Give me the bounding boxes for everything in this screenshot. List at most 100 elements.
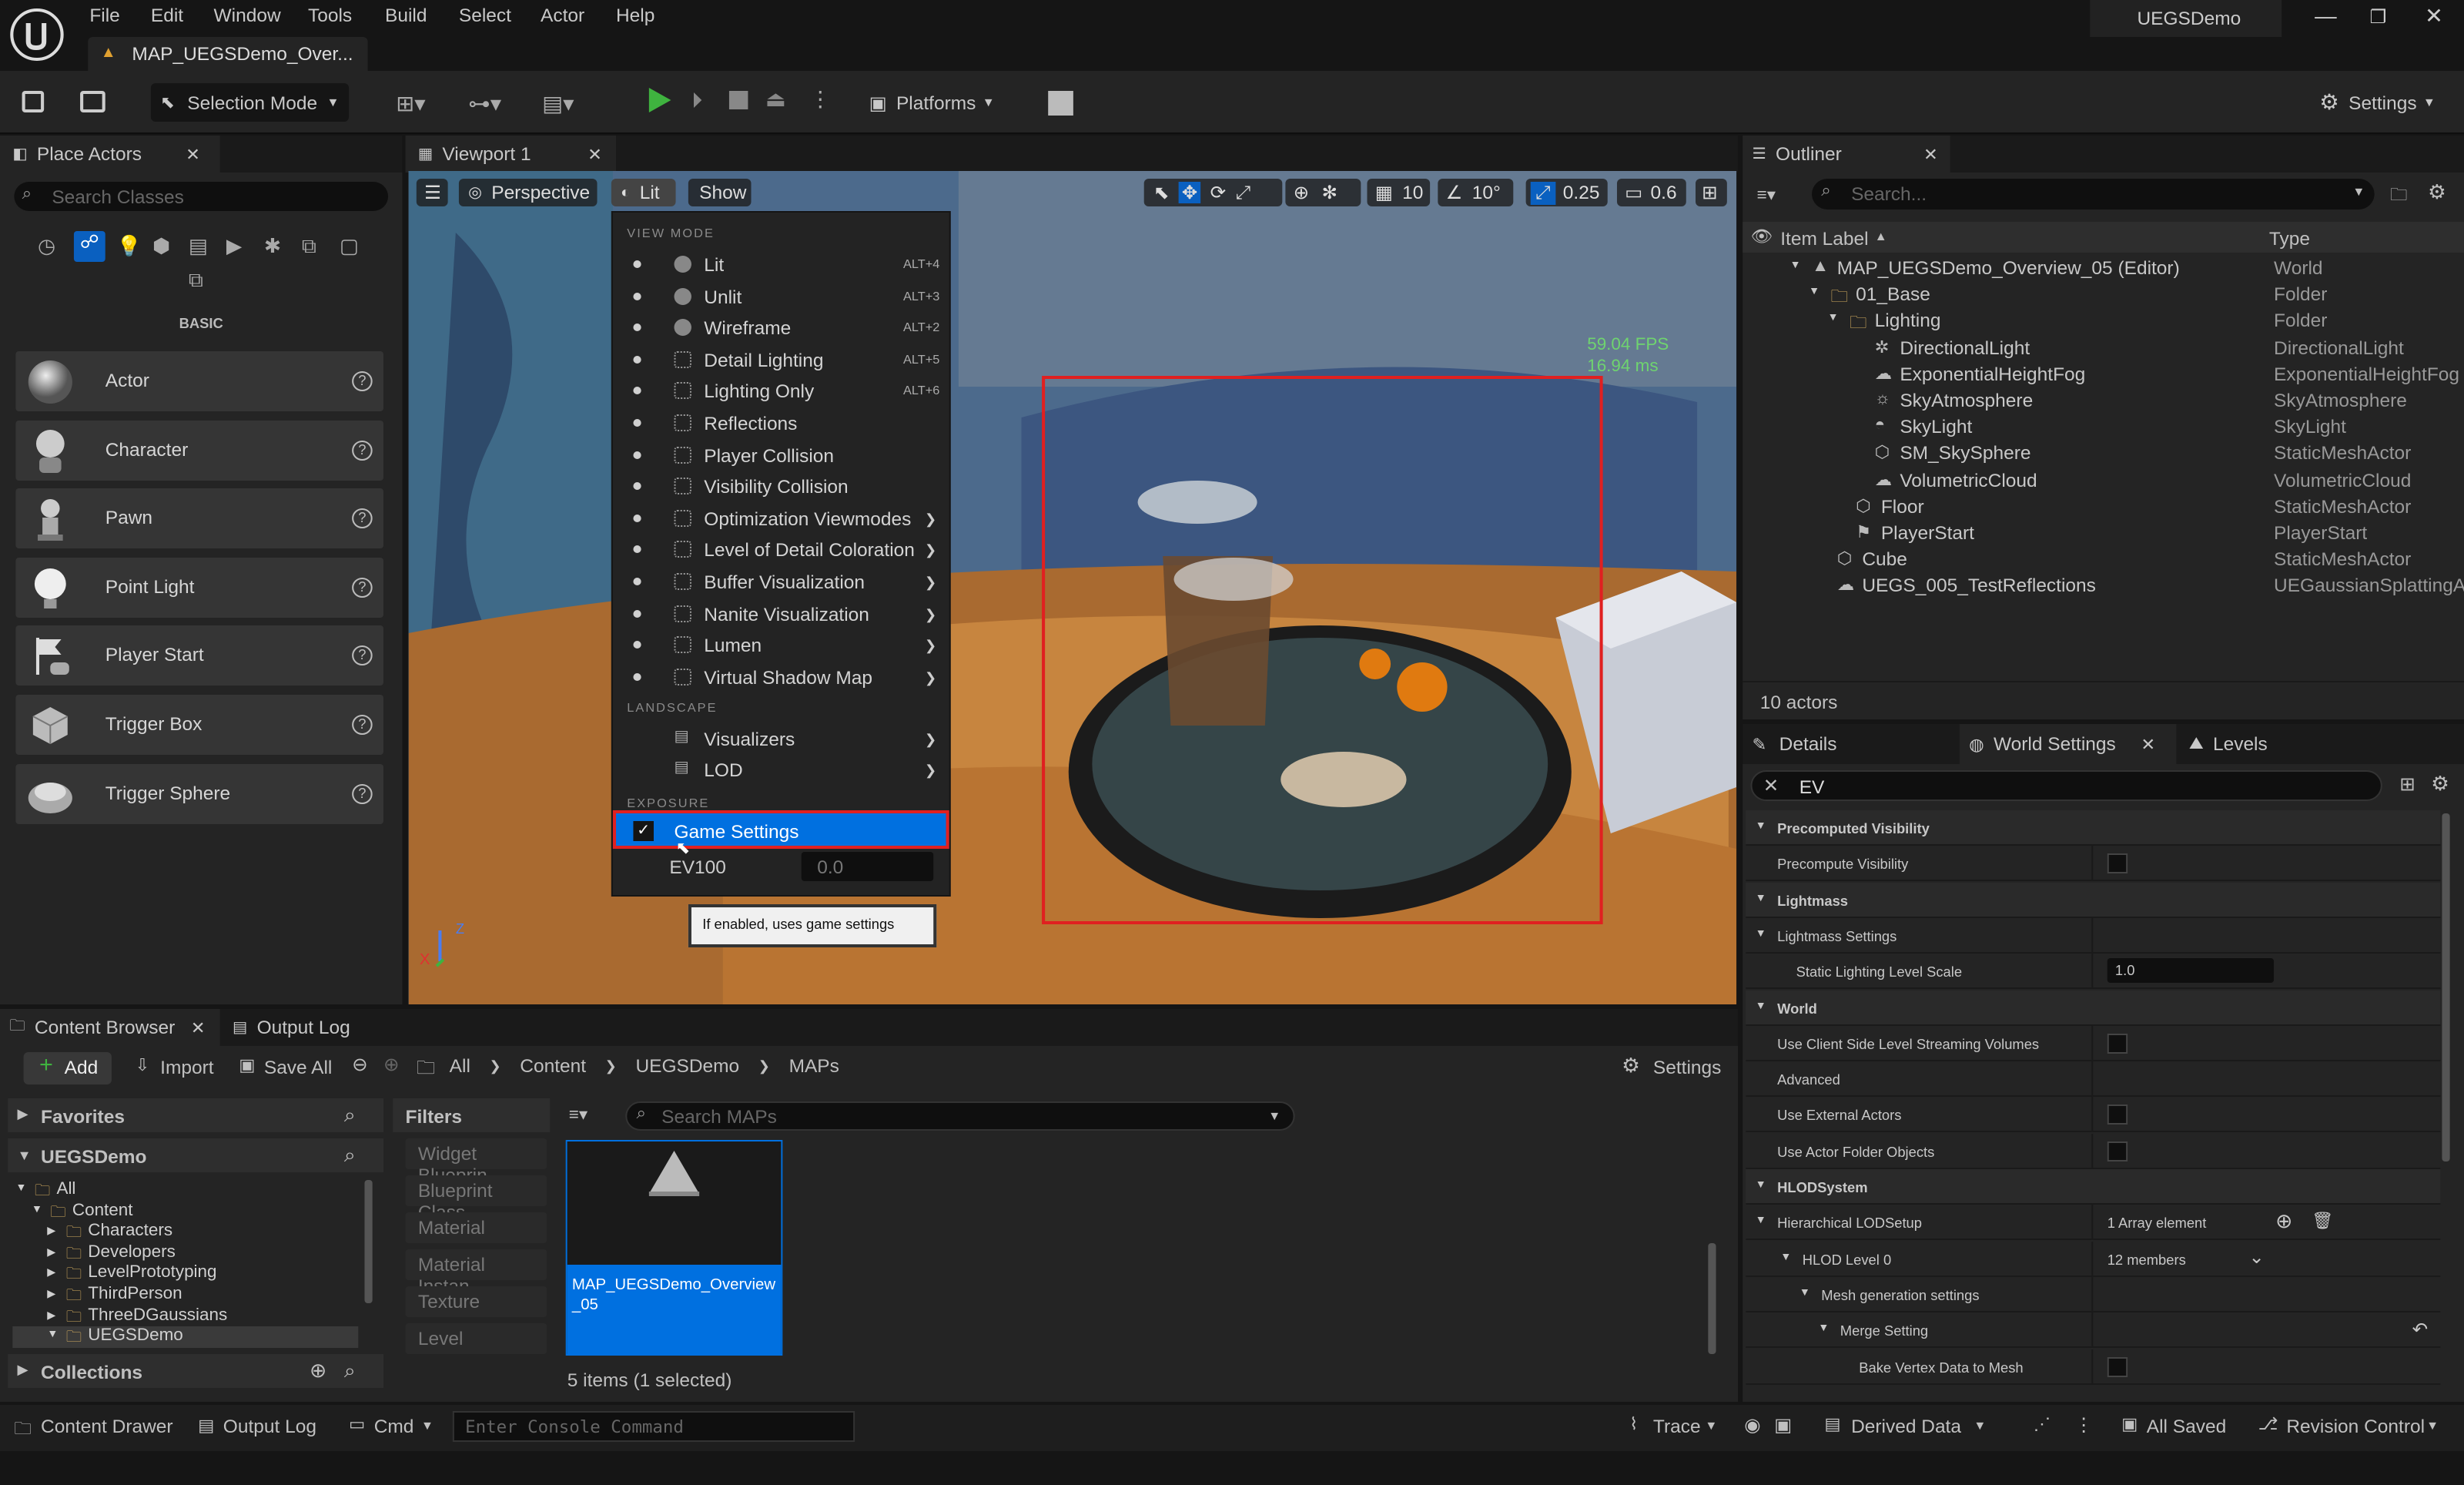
cinematic-icon[interactable]: ▤ [189,234,208,259]
breadcrumb-content[interactable]: Content [520,1055,586,1077]
tab-output-log[interactable]: ▤ Output Log [223,1009,380,1046]
filter-item[interactable]: Blueprint Class [405,1175,547,1223]
world-space-icon[interactable]: ⊕ [1294,182,1310,203]
outliner-row[interactable]: ▼ ▲ MAP_UEGSDemo_Overview_05 (Editor) World [1746,256,2461,282]
checkbox[interactable] [2107,1141,2128,1162]
content-drawer-button[interactable]: Content Drawer [41,1416,173,1437]
gear-icon[interactable]: ⚙ [2431,772,2449,796]
breadcrumb-maps[interactable]: MAPs [789,1055,839,1077]
outliner-search-box[interactable]: ⌕ Search... ▼ [1812,179,2375,210]
menu-window[interactable]: Window [214,5,281,26]
rotate-tool-icon[interactable]: ⟳ [1210,182,1227,203]
cinematics-icon[interactable]: ▤▾ [542,91,574,117]
close-icon[interactable]: ✕ [588,144,602,164]
menu-item-lod[interactable]: ▤ LOD ❯ [613,755,949,786]
search-icon[interactable]: ⌕ [344,1143,356,1168]
all-saved-button[interactable]: All Saved [2147,1416,2226,1437]
chevron-right-icon[interactable]: ▶ [47,1267,55,1279]
tab-outliner[interactable]: ☰ Outliner ✕ [1743,136,1950,173]
tree-scrollbar[interactable] [364,1180,373,1303]
record-icon[interactable]: ◉ [1744,1414,1760,1436]
clear-icon[interactable]: ✕ [1763,775,1779,796]
stop-icon[interactable] [728,91,748,109]
basic-icon[interactable]: ☍ [73,231,105,262]
outliner-row[interactable]: ▼ 🗀 01_Base Folder [1746,282,2461,308]
browse-icon[interactable] [80,91,105,112]
filter-item[interactable]: Widget Blueprin [405,1138,547,1186]
derived-data-button[interactable]: Derived Data [1851,1416,1961,1437]
column-item-label[interactable]: Item Label [1780,228,1868,250]
history-forward-icon[interactable]: ⊕ [383,1054,400,1075]
actor-item-trigger-box[interactable]: Trigger Box? [15,695,383,755]
save-all-button[interactable]: Save All [264,1057,332,1078]
filter-item[interactable]: Texture [405,1286,547,1317]
menu-item-nanite-visualization[interactable]: Nanite Visualization ❯ [613,598,949,629]
menu-item-virtual-shadow-map[interactable]: Virtual Shadow Map ❯ [613,662,949,693]
document-tab[interactable]: ▲ MAP_UEGSDemo_Over... [88,37,368,71]
folder-tree-item[interactable]: ▶ 🗀 LevelPrototyping [12,1264,358,1286]
menu-item-player-collision[interactable]: Player Collision [613,440,949,471]
details-row[interactable]: Static Lighting Level Scale 1.0 [1746,954,2441,990]
filter-item[interactable]: Level [405,1323,547,1354]
checkbox[interactable] [2107,1356,2128,1376]
extra-icon[interactable]: ⧉ [189,268,203,293]
actor-item-pawn[interactable]: Pawn? [15,488,383,548]
camera-speed-button[interactable]: ▭ 0.6 [1616,179,1686,206]
chevron-down-icon[interactable]: ▼ [15,1183,26,1194]
filter-icon[interactable]: ≡▾ [569,1105,588,1125]
chevron-down-icon[interactable]: ▼ [1756,893,1766,903]
scale-tool-icon[interactable]: ⤢ [1235,181,1250,204]
menu-help[interactable]: Help [616,5,654,26]
history-back-icon[interactable]: ⊖ [352,1054,368,1075]
static-lighting-scale-input[interactable]: 1.0 [2107,958,2275,984]
chevron-down-icon[interactable]: ▼ [1756,821,1766,832]
viewport-3d[interactable]: 59.04 FPS 16.94 ms Z X [408,171,1737,1004]
chevron-right-icon[interactable]: ▶ [47,1309,55,1321]
checkbox-checked-icon[interactable]: ✓ [633,821,654,841]
column-type[interactable]: Type [2269,228,2310,250]
chevron-down-icon[interactable]: ▼ [1809,287,1820,297]
outliner-search-input[interactable]: Search... [1851,183,1927,205]
project-header[interactable]: ▼ UEGSDemo ⌕ [8,1138,383,1172]
layout-button[interactable]: ⊞ [1696,179,1727,206]
help-icon[interactable]: ? [352,784,373,804]
platforms-button[interactable]: ▣ Platforms ▼ [869,83,1011,122]
output-log-button[interactable]: Output Log [223,1416,316,1437]
select-tool-icon[interactable]: ⬉ [1153,182,1170,203]
folder-tree-item[interactable]: ▼ 🗀 UEGSDemo [12,1326,359,1349]
revision-control-button[interactable]: Revision Control [2286,1416,2425,1437]
menu-item-unlit[interactable]: Unlit ALT+3 [613,281,949,312]
scale-snap-button[interactable]: ⤢ 0.25 [1525,179,1608,206]
details-row[interactable]: ▼ HLODSystem [1746,1169,2441,1205]
menu-item-lighting-only[interactable]: Lighting Only ALT+6 [613,377,949,407]
chevron-right-icon[interactable]: ▶ [47,1288,55,1300]
network-icon[interactable]: ⋰ [2034,1414,2051,1434]
perspective-button[interactable]: ◎ Perspective [458,179,598,206]
chevron-down-icon[interactable]: ▼ [1756,929,1766,940]
lights-icon[interactable]: 💡 [116,234,142,259]
minimize-icon[interactable]: — [2315,3,2337,28]
actor-item-trigger-sphere[interactable]: Trigger Sphere? [15,764,383,824]
menu-item-optimization-viewmodes[interactable]: Optimization Viewmodes ❯ [613,504,949,535]
menu-item-lit[interactable]: Lit ALT+4 [613,250,949,280]
all-classes-icon[interactable]: ⧉ [302,234,316,259]
tab-viewport-1[interactable]: ▦ Viewport 1 ✕ [405,136,616,173]
add-actor-icon[interactable]: ⊞▾ [396,91,425,117]
menu-item-lumen[interactable]: Lumen ❯ [613,630,949,661]
outliner-row[interactable]: ⬡ Cube StaticMeshActor [1746,547,2461,573]
lit-button[interactable]: ◐ Lit [611,179,676,206]
checkbox[interactable] [2107,853,2128,874]
menu-item-wireframe[interactable]: Wireframe ALT+2 [613,313,949,344]
details-search-box[interactable]: ✕ EV [1750,770,2382,801]
menu-edit[interactable]: Edit [151,5,183,26]
play-icon[interactable] [648,88,671,112]
actor-item-actor[interactable]: Actor? [15,351,383,411]
cmd-button[interactable]: Cmd [374,1416,414,1437]
outliner-row[interactable]: ☼ SkyAtmosphere SkyAtmosphere [1746,388,2461,414]
help-icon[interactable]: ? [352,715,373,735]
menu-item-level-of-detail-coloration[interactable]: Level of Detail Coloration ❯ [613,535,949,566]
tab-levels[interactable]: ⛰ Levels [2180,724,2322,764]
outliner-row[interactable]: ⚑ PlayerStart PlayerStart [1746,521,2461,547]
add-collection-icon[interactable]: ⊕ [310,1359,326,1383]
save-all-icon[interactable]: ▣ [239,1055,255,1075]
